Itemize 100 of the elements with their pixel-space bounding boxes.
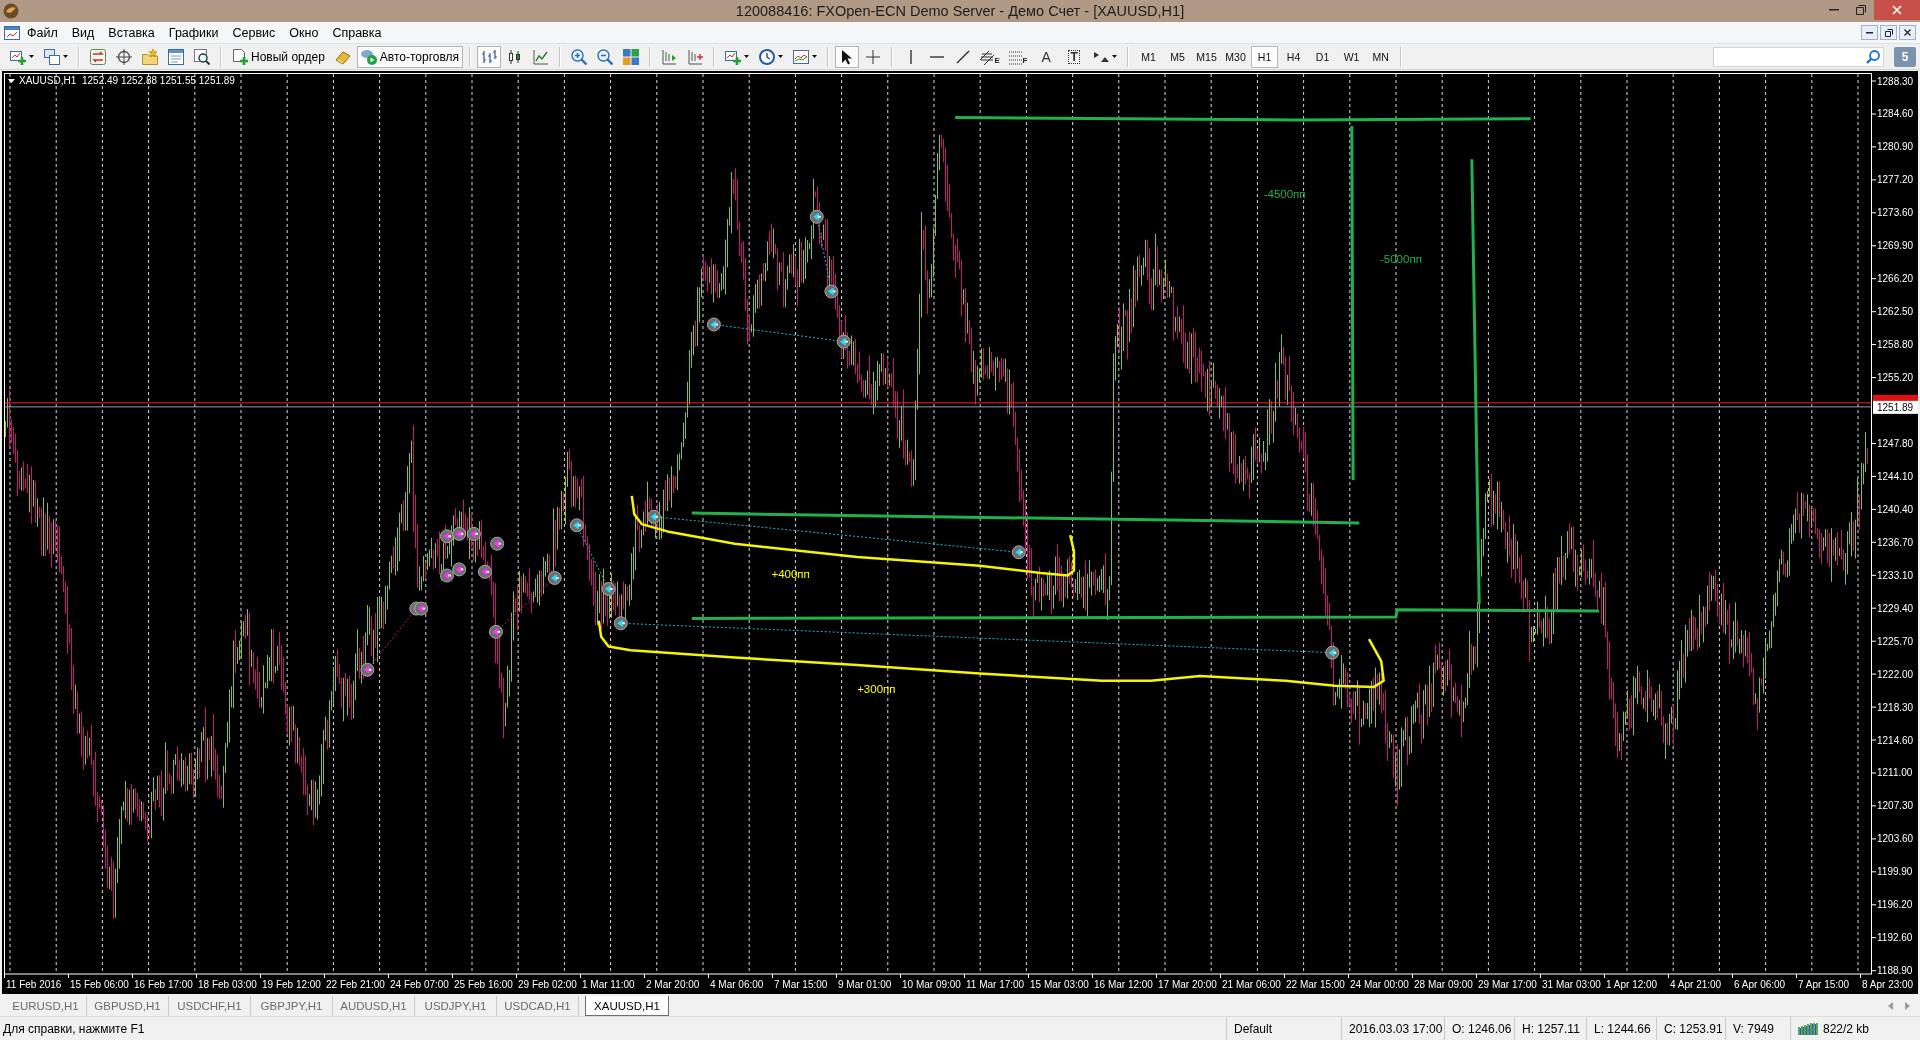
restore-icon bbox=[1855, 5, 1866, 15]
price-label: 1288.30 bbox=[1877, 75, 1914, 87]
time-label: 16 Mar 12:00 bbox=[1094, 979, 1153, 990]
trade-marker-icon bbox=[439, 568, 454, 583]
channel-tool-button[interactable]: E bbox=[977, 45, 1004, 68]
child-minimize-button[interactable] bbox=[1861, 25, 1878, 40]
price-label: 1229.40 bbox=[1877, 602, 1914, 614]
trade-marker-icon bbox=[1011, 545, 1026, 560]
menu-item[interactable]: Окно bbox=[282, 22, 326, 43]
time-label: 15 Mar 03:00 bbox=[1030, 979, 1089, 990]
quote-values: 1252.49 1252.88 1251.55 1251.89 bbox=[82, 75, 235, 86]
app-logo-icon bbox=[3, 3, 19, 19]
timeframe-button[interactable]: W1 bbox=[1338, 45, 1366, 68]
caret-icon bbox=[63, 55, 68, 58]
timeframe-button[interactable]: H4 bbox=[1280, 45, 1308, 68]
timeframe-button[interactable]: MN bbox=[1367, 45, 1395, 68]
horizontal-line-icon bbox=[929, 54, 946, 59]
annotation-label: +400пп bbox=[771, 567, 810, 580]
bar-chart-icon bbox=[481, 48, 498, 65]
price-label: 1240.40 bbox=[1877, 503, 1914, 515]
new-order-button[interactable]: Новый ордер bbox=[228, 45, 329, 68]
volume-text: V: 7949 bbox=[1733, 1021, 1774, 1036]
fibonacci-icon bbox=[1008, 50, 1023, 65]
time-label: 28 Mar 09:00 bbox=[1414, 979, 1473, 990]
auto-trading-button[interactable]: Авто-торговля bbox=[356, 45, 464, 68]
menu-item[interactable]: Сервис bbox=[225, 22, 283, 43]
windows-icon bbox=[44, 48, 60, 65]
collapse-triangle-icon bbox=[8, 79, 15, 83]
menu-item[interactable]: Справка bbox=[325, 22, 389, 43]
search-field[interactable] bbox=[1713, 46, 1884, 67]
time-label: 15 Feb 06:00 bbox=[70, 979, 129, 990]
close-button[interactable] bbox=[1874, 0, 1920, 20]
trade-marker-icon bbox=[613, 616, 628, 631]
timeframe-button[interactable]: M30 bbox=[1222, 45, 1250, 68]
zoom-in-icon bbox=[571, 48, 588, 65]
price-label: 1192.60 bbox=[1877, 932, 1913, 944]
trade-marker-icon bbox=[836, 334, 851, 349]
menu-item[interactable]: Вставка bbox=[101, 22, 162, 43]
time-label: 21 Mar 06:00 bbox=[1222, 979, 1281, 990]
trade-marker-icon bbox=[569, 518, 584, 533]
timeframe-button[interactable]: M1 bbox=[1135, 45, 1163, 68]
autoscroll-icon bbox=[687, 48, 704, 65]
price-label: 1199.90 bbox=[1877, 866, 1913, 878]
trade-marker-icon bbox=[452, 562, 467, 577]
cursor-mode-button[interactable] bbox=[835, 45, 860, 68]
chart-document-icon bbox=[4, 25, 20, 40]
trade-marker-icon bbox=[1325, 645, 1340, 660]
trade-marker-icon bbox=[439, 529, 454, 544]
chart-tab[interactable]: XAUUSD,H1 bbox=[585, 996, 669, 1016]
price-label: 1273.60 bbox=[1877, 207, 1914, 219]
time-label: 4 Mar 06:00 bbox=[710, 979, 764, 990]
zoom-out-icon bbox=[597, 48, 614, 65]
time-label: 10 Mar 09:00 bbox=[902, 979, 961, 990]
trade-marker-icon bbox=[452, 526, 467, 541]
chart-symbol: XAUUSD,H1 bbox=[19, 75, 77, 86]
timeframe-button[interactable]: M5 bbox=[1164, 45, 1192, 68]
child-restore-button[interactable] bbox=[1880, 25, 1897, 40]
close-icon bbox=[1904, 29, 1911, 36]
price-label: 1280.90 bbox=[1877, 141, 1914, 153]
trend-line-icon bbox=[955, 48, 972, 65]
time-label: 29 Feb 02:00 bbox=[518, 979, 577, 990]
timeframe-button[interactable]: M15 bbox=[1193, 45, 1221, 68]
trade-marker-icon bbox=[706, 317, 721, 332]
trade-marker-icon bbox=[646, 509, 661, 524]
time-label: 2 Mar 20:00 bbox=[646, 979, 700, 990]
price-label: 1266.20 bbox=[1877, 273, 1914, 285]
timeframe-button[interactable]: D1 bbox=[1309, 45, 1337, 68]
time-label: 1 Mar 11:00 bbox=[582, 979, 635, 990]
scroll-left-icon bbox=[1888, 1002, 1893, 1010]
time-label: 22 Mar 15:00 bbox=[1286, 979, 1345, 990]
price-label: 1255.20 bbox=[1877, 372, 1914, 384]
minimize-icon bbox=[1866, 31, 1873, 34]
price-label: 1258.80 bbox=[1877, 339, 1914, 351]
chart-shift-icon bbox=[661, 48, 678, 65]
time-label: 8 Apr 23:00 bbox=[1862, 979, 1914, 990]
price-label: 1284.60 bbox=[1877, 108, 1914, 120]
price-label: 1188.90 bbox=[1877, 965, 1913, 977]
caret-icon bbox=[29, 55, 34, 58]
label-tool-button[interactable]: T bbox=[1061, 45, 1088, 68]
text-tool-button[interactable]: A bbox=[1033, 45, 1060, 68]
folder-star-icon bbox=[142, 48, 158, 65]
time-label: 6 Apr 06:00 bbox=[1734, 979, 1786, 990]
menu-item[interactable]: Файл bbox=[20, 22, 65, 43]
child-close-button[interactable] bbox=[1899, 25, 1916, 40]
annotation-label: -5000пп bbox=[1380, 253, 1422, 266]
time-label: 7 Mar 15:00 bbox=[774, 979, 828, 990]
menu-item[interactable]: Графики bbox=[161, 22, 226, 43]
close-price-text: C: 1253.91 bbox=[1664, 1021, 1723, 1036]
fibonacci-tool-button[interactable]: F bbox=[1005, 45, 1032, 68]
window-panel-icon bbox=[168, 48, 184, 65]
price-label: 1214.60 bbox=[1877, 734, 1914, 746]
price-label: 1203.60 bbox=[1877, 833, 1914, 845]
time-label: 18 Feb 03:00 bbox=[198, 979, 257, 990]
trade-marker-icon bbox=[477, 564, 492, 579]
open-price-text: O: 1246.06 bbox=[1452, 1021, 1512, 1036]
timeframe-button[interactable]: H1 bbox=[1251, 45, 1279, 68]
time-label: 29 Mar 17:00 bbox=[1478, 979, 1537, 990]
menu-item[interactable]: Вид bbox=[64, 22, 102, 43]
time-label: 16 Feb 17:00 bbox=[134, 979, 193, 990]
time-label: 24 Mar 00:00 bbox=[1350, 979, 1409, 990]
